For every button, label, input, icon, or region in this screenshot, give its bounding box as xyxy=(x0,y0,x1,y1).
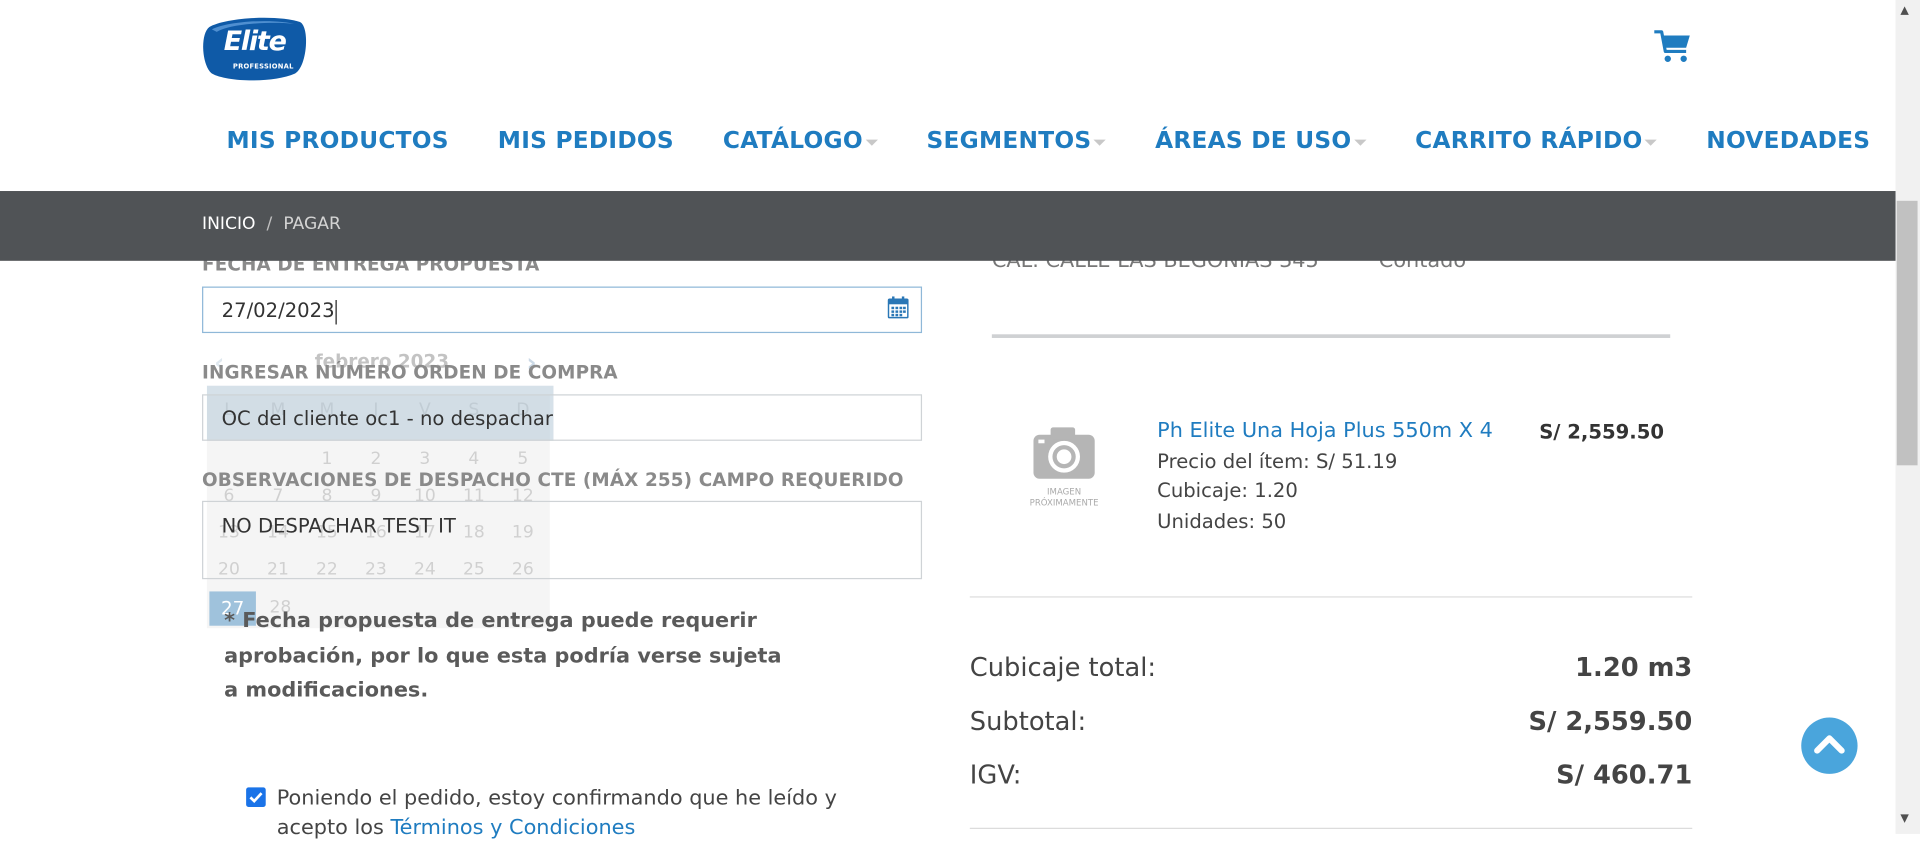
nav-label: ÁREAS DE USO xyxy=(1155,127,1352,155)
chevron-up-icon xyxy=(1814,735,1845,754)
day-cell[interactable]: 3 xyxy=(403,449,447,469)
product-item-price: Precio del ítem: S/ 51.19 xyxy=(1157,449,1398,473)
product-units: Unidades: 50 xyxy=(1157,509,1287,533)
delivery-date-value: 27/02/2023 xyxy=(221,298,335,323)
nav-label: CARRITO RÁPIDO xyxy=(1415,127,1643,155)
nav-segmentos[interactable]: SEGMENTOS xyxy=(927,127,1107,154)
chevron-down-icon xyxy=(1645,138,1658,146)
total-cubicaje-label: Cubicaje total: xyxy=(969,652,1157,683)
scroll-down-arrow-icon[interactable]: ▼ xyxy=(1900,813,1908,825)
nav-novedades[interactable]: NOVEDADES xyxy=(1706,127,1870,154)
logo-brand: Elite xyxy=(223,26,287,58)
po-number-label: INGRESAR NÚMERO ORDEN DE COMPRA xyxy=(202,361,618,384)
product-price: S/ 2,559.50 xyxy=(1539,420,1664,444)
calendar-icon[interactable] xyxy=(887,296,909,319)
main-nav: MIS PRODUCTOS MIS PEDIDOS CATÁLOGO SEGME… xyxy=(202,127,1919,154)
scrollbar-thumb[interactable] xyxy=(1896,200,1918,466)
day-cell[interactable]: 1 xyxy=(305,449,349,469)
product-title-link[interactable]: Ph Elite Una Hoja Plus 550m X 4 xyxy=(1157,419,1493,443)
section-divider xyxy=(991,334,1671,338)
camera-icon xyxy=(1033,427,1095,479)
po-number-input[interactable]: OC del cliente oc1 - no despachar xyxy=(202,394,923,441)
day-cell[interactable]: 2 xyxy=(354,449,398,469)
cart-icon[interactable] xyxy=(1653,27,1692,66)
product-image-placeholder: IMAGEN PRÓXIMAMENTE xyxy=(1026,422,1102,508)
chevron-down-icon xyxy=(865,138,878,146)
nav-label: MIS PEDIDOS xyxy=(497,127,674,155)
text-cursor xyxy=(335,299,338,324)
nav-carrito-rapido[interactable]: CARRITO RÁPIDO xyxy=(1415,127,1658,155)
breadcrumb-current: PAGAR xyxy=(283,214,341,234)
image-caption: IMAGEN PRÓXIMAMENTE xyxy=(1026,487,1102,509)
igv-label: IGV: xyxy=(969,760,1022,790)
total-cubicaje-value: 1.20 m3 xyxy=(1575,652,1693,683)
image-caption-line: PRÓXIMAMENTE xyxy=(1029,498,1099,509)
breadcrumb-home[interactable]: INICIO xyxy=(202,214,255,234)
logo-tagline: PROFESSIONAL xyxy=(232,63,294,72)
delivery-date-input[interactable]: 27/02/2023 xyxy=(202,286,923,334)
nav-label: CATÁLOGO xyxy=(722,127,863,155)
nav-areas-de-uso[interactable]: ÁREAS DE USO xyxy=(1155,127,1367,155)
product-cubicaje: Cubicaje: 1.20 xyxy=(1157,478,1298,503)
divider xyxy=(969,596,1693,598)
nav-mis-productos[interactable]: MIS PRODUCTOS xyxy=(227,127,449,154)
check-icon xyxy=(249,792,263,803)
nav-label: SEGMENTOS xyxy=(926,127,1092,155)
chevron-down-icon xyxy=(1353,138,1367,146)
elite-logo[interactable]: Elite PROFESSIONAL xyxy=(202,17,307,81)
terms-link[interactable]: Términos y Condiciones xyxy=(390,816,635,840)
site-header: Elite PROFESSIONAL MIS PRODUCTOS MIS PED… xyxy=(0,0,1896,192)
subtotal-label: Subtotal: xyxy=(969,706,1087,736)
chevron-down-icon xyxy=(1093,138,1107,146)
image-caption-line: IMAGEN xyxy=(1047,487,1082,498)
nav-label: MIS PRODUCTOS xyxy=(226,127,449,155)
day-cell[interactable]: 5 xyxy=(501,449,545,469)
dispatch-notes-label: OBSERVACIONES DE DESPACHO CTE (MÁX 255) … xyxy=(202,468,904,492)
scroll-to-top-button[interactable] xyxy=(1801,717,1858,774)
terms-text: Poniendo el pedido, estoy confirmando qu… xyxy=(277,784,914,842)
breadcrumb-separator: / xyxy=(266,214,273,234)
nav-catalogo[interactable]: CATÁLOGO xyxy=(723,127,878,154)
delivery-note: * Fecha propuesta de entrega puede reque… xyxy=(224,608,782,703)
scroll-up-arrow-icon[interactable]: ▲ xyxy=(1900,5,1908,17)
breadcrumb: INICIO / PAGAR xyxy=(202,214,341,234)
subtotal-value: S/ 2,559.50 xyxy=(1528,706,1693,736)
nav-mis-pedidos[interactable]: MIS PEDIDOS xyxy=(498,127,674,154)
terms-checkbox[interactable] xyxy=(246,787,266,807)
dispatch-notes-textarea[interactable]: NO DESPACHAR TEST IT xyxy=(202,500,923,580)
nav-label: NOVEDADES xyxy=(1706,127,1871,155)
divider xyxy=(969,827,1693,829)
day-cell[interactable]: 4 xyxy=(452,449,496,469)
igv-value: S/ 460.71 xyxy=(1556,760,1693,790)
